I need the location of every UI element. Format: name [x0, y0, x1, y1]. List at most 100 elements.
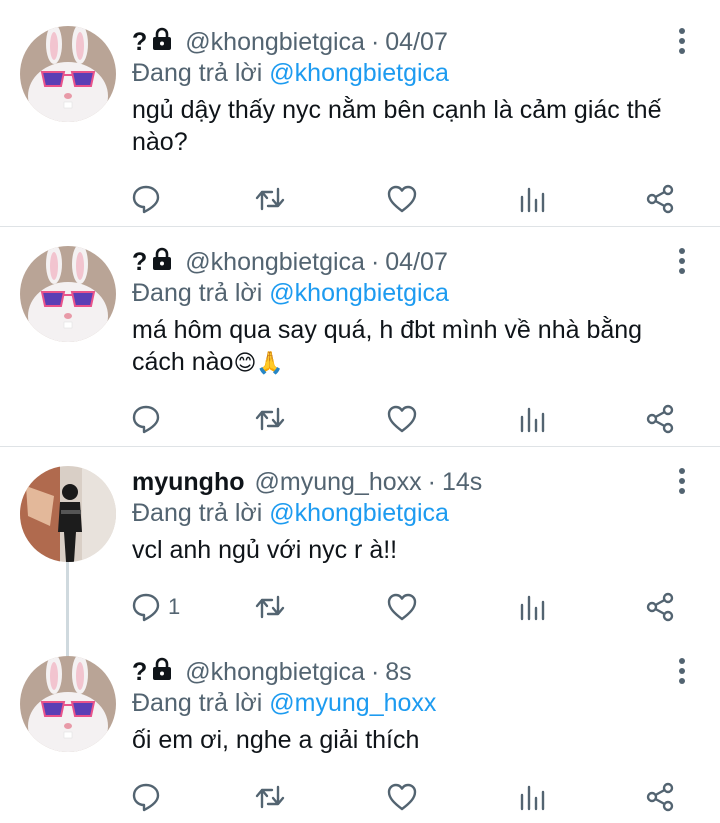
tweet-header: ? @khongbietgica · 8s [132, 656, 412, 688]
reply-button[interactable]: 1 [130, 590, 180, 624]
retweet-icon [255, 595, 285, 619]
reply-mention[interactable]: @myung_hoxx [269, 689, 436, 717]
lock-icon [151, 247, 173, 278]
tweet[interactable]: ? @khongbietgica · 04/07 Đang trả lời @k… [0, 246, 720, 446]
reply-mention[interactable]: @khongbietgica [269, 279, 449, 307]
analytics-button[interactable] [516, 780, 548, 814]
separator: · [427, 467, 436, 496]
like-icon [387, 185, 417, 213]
timestamp[interactable]: 04/07 [385, 28, 448, 57]
analytics-icon [520, 785, 545, 811]
reply-mention[interactable]: @khongbietgica [269, 499, 449, 527]
retweet-icon [255, 785, 285, 809]
reply-button[interactable] [130, 402, 168, 436]
bunny-avatar-image [20, 656, 116, 752]
bunny-avatar-image [20, 246, 116, 342]
share-icon [646, 782, 674, 812]
display-name[interactable]: ? [132, 248, 147, 277]
tweet-text: ối em ơi, nghe a giải thích [132, 724, 692, 756]
action-bar [130, 780, 690, 814]
avatar[interactable] [20, 466, 116, 562]
display-name[interactable]: ? [132, 28, 147, 57]
analytics-icon [520, 595, 545, 621]
timestamp[interactable]: 8s [385, 658, 411, 687]
action-bar [130, 182, 690, 216]
display-name[interactable]: ? [132, 658, 147, 687]
like-button[interactable] [386, 780, 418, 814]
display-name[interactable]: myungho [132, 468, 245, 497]
handle[interactable]: @myung_hoxx [255, 468, 422, 497]
timestamp[interactable]: 04/07 [385, 248, 448, 277]
tweet-text-content: má hôm qua say quá, h đbt mình về nhà bằ… [132, 316, 643, 376]
share-button[interactable] [644, 590, 676, 624]
tweet[interactable]: myungho @myung_hoxx · 14s Đang trả lời @… [0, 466, 720, 636]
more-vertical-icon[interactable] [678, 468, 686, 496]
handle[interactable]: @khongbietgica [185, 658, 365, 687]
like-icon [387, 405, 417, 433]
handle[interactable]: @khongbietgica [185, 28, 365, 57]
separator: · [370, 247, 380, 276]
tweet-text: má hôm qua say quá, h đbt mình về nhà bằ… [132, 314, 692, 380]
reply-icon [132, 405, 160, 434]
like-icon [387, 593, 417, 621]
retweet-icon [255, 407, 285, 431]
tweet-text: ngủ dậy thấy nyc nằm bên cạnh là cảm giá… [132, 94, 692, 158]
tweet-text: vcl anh ngủ với nyc r à!! [132, 534, 692, 566]
reply-prefix: Đang trả lời [132, 689, 263, 717]
share-icon [646, 184, 674, 214]
tweet-header: myungho @myung_hoxx · 14s [132, 466, 482, 498]
reply-icon [132, 783, 160, 812]
action-bar [130, 402, 690, 436]
share-icon [646, 592, 674, 622]
timestamp[interactable]: 14s [442, 468, 482, 497]
retweet-icon [255, 187, 285, 211]
more-vertical-icon[interactable] [678, 248, 686, 276]
handle[interactable]: @khongbietgica [185, 248, 365, 277]
reply-button[interactable] [130, 780, 168, 814]
replying-to: Đang trả lời @khongbietgica [132, 59, 449, 88]
reply-icon [132, 185, 160, 214]
tweet[interactable]: ? @khongbietgica · 8s Đang trả lời @myun… [0, 656, 720, 823]
retweet-button[interactable] [254, 402, 286, 436]
reply-icon [132, 593, 160, 622]
like-button[interactable] [386, 402, 418, 436]
reply-count: 1 [168, 594, 181, 619]
replying-to: Đang trả lời @khongbietgica [132, 279, 449, 308]
like-button[interactable] [386, 182, 418, 216]
tweet-text-content: ối em ơi, nghe a giải thích [132, 726, 420, 754]
share-button[interactable] [644, 402, 676, 436]
separator: · [370, 657, 380, 686]
reply-mention[interactable]: @khongbietgica [269, 59, 449, 87]
lock-icon [151, 657, 173, 688]
avatar[interactable] [20, 26, 116, 122]
tweet-header: ? @khongbietgica · 04/07 [132, 26, 448, 58]
analytics-icon [520, 187, 545, 213]
reply-prefix: Đang trả lời [132, 59, 263, 87]
share-button[interactable] [644, 182, 676, 216]
lock-icon [151, 27, 173, 58]
share-button[interactable] [644, 780, 676, 814]
analytics-button[interactable] [516, 402, 548, 436]
more-vertical-icon[interactable] [678, 28, 686, 56]
more-vertical-icon[interactable] [678, 658, 686, 686]
divider [0, 446, 720, 447]
retweet-button[interactable] [254, 780, 286, 814]
reply-button[interactable] [130, 182, 168, 216]
like-button[interactable] [386, 590, 418, 624]
action-bar: 1 [130, 590, 690, 624]
avatar[interactable] [20, 656, 116, 752]
avatar[interactable] [20, 246, 116, 342]
analytics-button[interactable] [516, 182, 548, 216]
tweet-header: ? @khongbietgica · 04/07 [132, 246, 448, 278]
bunny-avatar-image [20, 26, 116, 122]
retweet-button[interactable] [254, 590, 286, 624]
like-icon [387, 783, 417, 811]
replying-to: Đang trả lời @khongbietgica [132, 499, 449, 528]
tweet-text-content: ngủ dậy thấy nyc nằm bên cạnh là cảm giá… [132, 96, 662, 156]
person-avatar-image [20, 466, 116, 562]
reply-prefix: Đang trả lời [132, 499, 263, 527]
retweet-button[interactable] [254, 182, 286, 216]
divider [0, 226, 720, 227]
analytics-button[interactable] [516, 590, 548, 624]
tweet[interactable]: ? @khongbietgica · 04/07 Đang trả lời @k… [0, 26, 720, 226]
